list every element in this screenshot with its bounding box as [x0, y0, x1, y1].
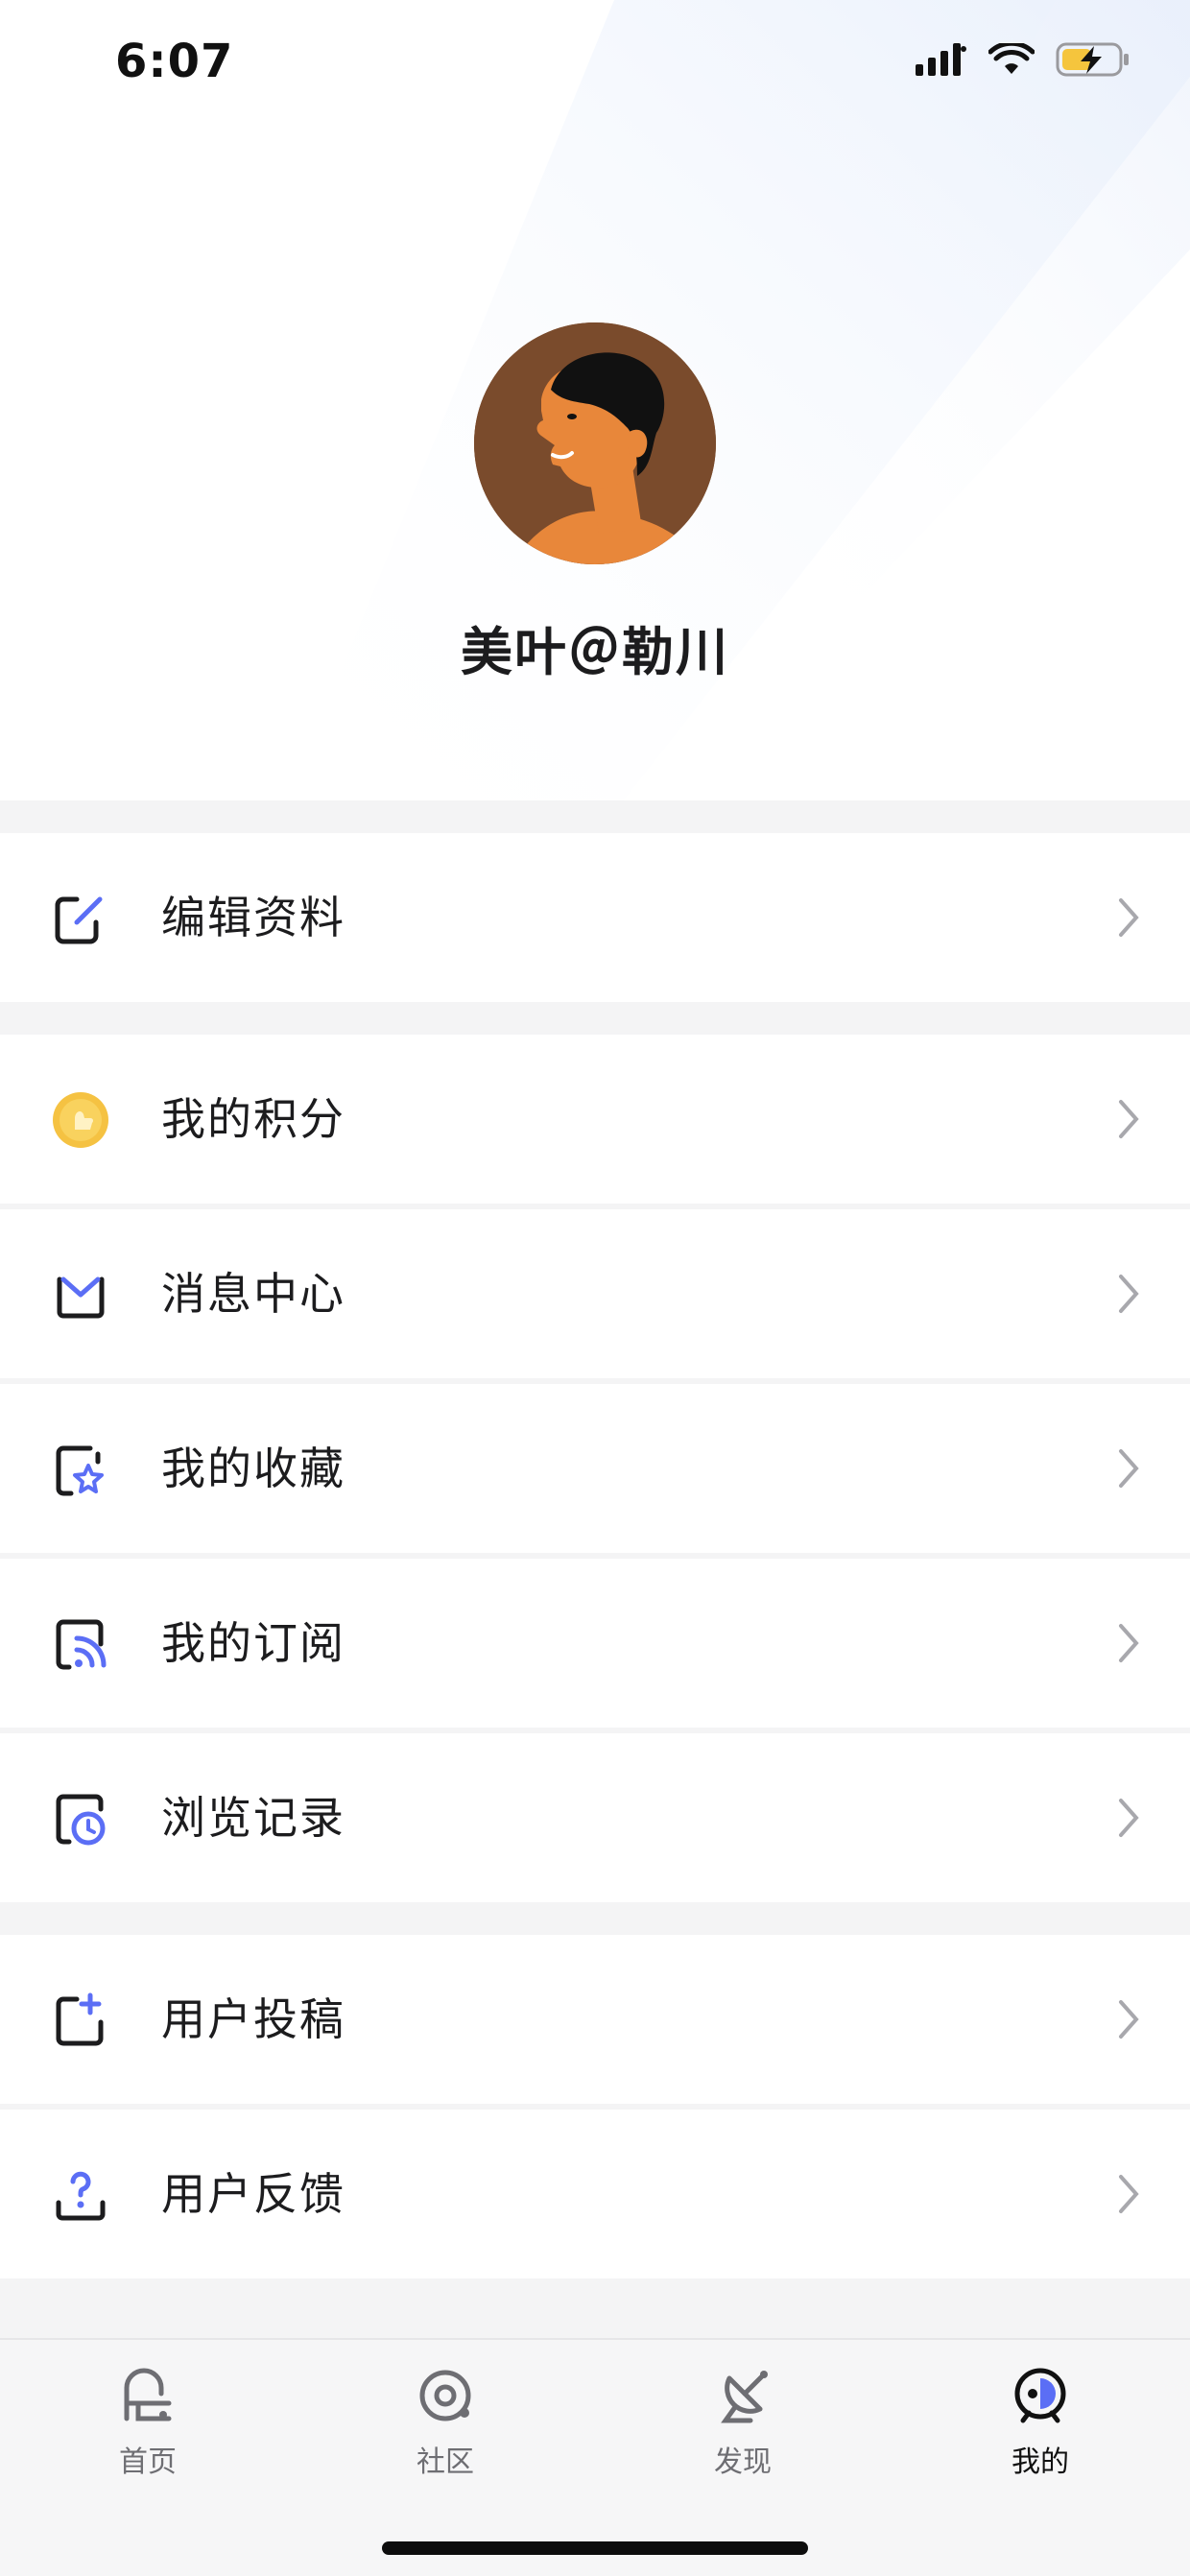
add-post-icon [56, 1992, 104, 2046]
chevron-right-icon [1119, 2000, 1139, 2039]
section-divider [0, 800, 1190, 833]
battery-charging-icon [1056, 42, 1129, 77]
menu-item-my-favorites[interactable]: 我的收藏 [0, 1384, 1190, 1553]
menu-label: 编辑资料 [161, 892, 345, 943]
menu-item-my-points[interactable]: 我的积分 [0, 1035, 1190, 1204]
menu-label: 消息中心 [161, 1268, 345, 1320]
menu-item-message-center[interactable]: 消息中心 [0, 1209, 1190, 1378]
chevron-right-icon [1119, 2175, 1139, 2213]
row-divider [0, 2278, 1190, 2284]
satellite-icon [721, 2371, 768, 2423]
tab-label: 发现 [714, 2445, 772, 2479]
feedback-question-icon [56, 2171, 106, 2221]
tab-label: 社区 [416, 2445, 474, 2479]
status-bar: 6:07 [0, 0, 1190, 125]
coin-icon [53, 1092, 108, 1148]
avatar[interactable] [474, 322, 716, 564]
menu-label: 我的订阅 [161, 1617, 345, 1669]
menu-item-user-submission[interactable]: 用户投稿 [0, 1935, 1190, 2104]
signal-icon [916, 43, 966, 76]
chevron-right-icon [1119, 1449, 1139, 1488]
menu-item-user-feedback[interactable]: 用户反馈 [0, 2110, 1190, 2278]
profile-tab-icon [1014, 2368, 1066, 2423]
status-time: 6:07 [115, 35, 234, 88]
tab-discover[interactable]: 发现 [647, 2365, 839, 2499]
menu-item-my-subscriptions[interactable]: 我的订阅 [0, 1559, 1190, 1728]
community-icon [419, 2370, 471, 2421]
menu-label: 我的收藏 [161, 1443, 345, 1494]
home-indicator[interactable] [382, 2541, 808, 2555]
chevron-right-icon [1119, 1799, 1139, 1837]
chevron-right-icon [1119, 1275, 1139, 1313]
chevron-right-icon [1119, 1624, 1139, 1662]
menu-label: 浏览记录 [161, 1792, 345, 1844]
section-divider [0, 1902, 1190, 1935]
menu-label: 我的积分 [161, 1093, 345, 1145]
section-divider [0, 1002, 1190, 1035]
chevron-right-icon [1119, 1100, 1139, 1138]
home-icon [124, 2368, 172, 2421]
star-icon [56, 1445, 104, 1496]
menu-label: 用户投稿 [161, 1993, 345, 2045]
tab-bar: 首页 社区 发现 我的 [0, 2338, 1190, 2576]
menu-label: 用户反馈 [161, 2168, 345, 2220]
mail-icon [57, 1276, 105, 1319]
wifi-icon [988, 43, 1035, 74]
history-icon [56, 1794, 106, 1846]
menu-item-browse-history[interactable]: 浏览记录 [0, 1733, 1190, 1902]
chevron-right-icon [1119, 898, 1139, 937]
tab-mine[interactable]: 我的 [944, 2365, 1136, 2499]
tab-label: 首页 [119, 2445, 177, 2479]
tab-home[interactable]: 首页 [52, 2365, 244, 2499]
avatar-illustration [474, 322, 716, 564]
username: 美叶＠勒川 [461, 622, 729, 682]
menu-item-edit-profile[interactable]: 编辑资料 [0, 833, 1190, 1002]
status-icons [916, 42, 1130, 77]
menu-list: 编辑资料 我的积分 消息中心 我的收藏 我的订阅 浏览记录 用户投稿 用户反馈 [0, 800, 1190, 2342]
tab-label: 我的 [1012, 2445, 1069, 2479]
tab-community[interactable]: 社区 [349, 2365, 541, 2499]
rss-icon [56, 1619, 107, 1670]
edit-icon [55, 896, 103, 944]
